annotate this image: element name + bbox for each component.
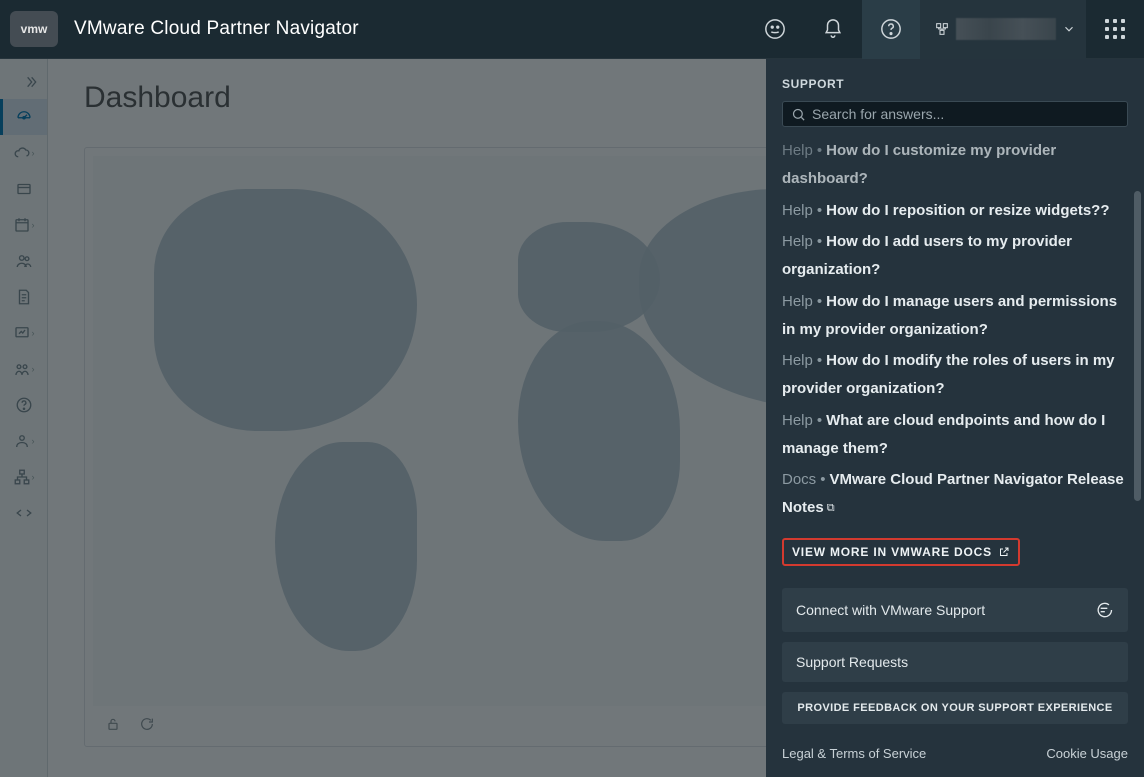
support-result-item[interactable]: Help•How do I reposition or resize widge… <box>782 195 1124 227</box>
external-link-icon <box>998 546 1010 558</box>
support-result-item[interactable]: Help•How do I add users to my provider o… <box>782 226 1124 286</box>
support-header: SUPPORT <box>766 59 1144 101</box>
app-title: VMware Cloud Partner Navigator <box>74 18 359 40</box>
support-panel: SUPPORT Help•How do I customize my provi… <box>766 59 1144 777</box>
support-result-item[interactable]: Docs•VMware Cloud Partner Navigator Rele… <box>782 464 1124 524</box>
org-icon <box>934 21 950 37</box>
support-search[interactable] <box>782 101 1128 127</box>
support-feedback-button[interactable]: PROVIDE FEEDBACK ON YOUR SUPPORT EXPERIE… <box>782 692 1128 724</box>
support-result-item[interactable]: Help•What are cloud endpoints and how do… <box>782 405 1124 465</box>
header-actions <box>746 0 1144 58</box>
connect-support-button[interactable]: Connect with VMware Support <box>782 588 1128 632</box>
org-switcher[interactable] <box>920 0 1086 59</box>
org-name-redacted <box>956 18 1056 40</box>
apps-grid-icon[interactable] <box>1086 0 1144 59</box>
view-more-docs-button[interactable]: VIEW MORE IN VMWARE DOCS <box>782 538 1020 566</box>
scrollbar-thumb[interactable] <box>1134 191 1141 501</box>
support-results: Help•How do I customize my provider dash… <box>766 135 1144 580</box>
support-result-item[interactable]: Help•How do I modify the roles of users … <box>782 345 1124 405</box>
chat-icon <box>1094 600 1114 620</box>
support-search-input[interactable] <box>812 106 1119 122</box>
support-requests-button[interactable]: Support Requests <box>782 642 1128 682</box>
cookie-link[interactable]: Cookie Usage <box>1046 746 1128 761</box>
app-header: vmw VMware Cloud Partner Navigator <box>0 0 1144 59</box>
vmware-logo: vmw <box>10 11 58 47</box>
modal-overlay[interactable] <box>0 59 766 777</box>
support-result-item[interactable]: Help•How do I manage users and permissio… <box>782 286 1124 346</box>
feedback-icon[interactable] <box>746 0 804 59</box>
external-link-icon: ⧉ <box>827 502 835 514</box>
chevron-down-icon <box>1062 22 1076 36</box>
help-icon[interactable] <box>862 0 920 59</box>
support-result-item[interactable]: Help•How do I customize my provider dash… <box>782 135 1124 195</box>
legal-link[interactable]: Legal & Terms of Service <box>782 746 926 761</box>
notifications-icon[interactable] <box>804 0 862 59</box>
search-icon <box>791 107 806 122</box>
